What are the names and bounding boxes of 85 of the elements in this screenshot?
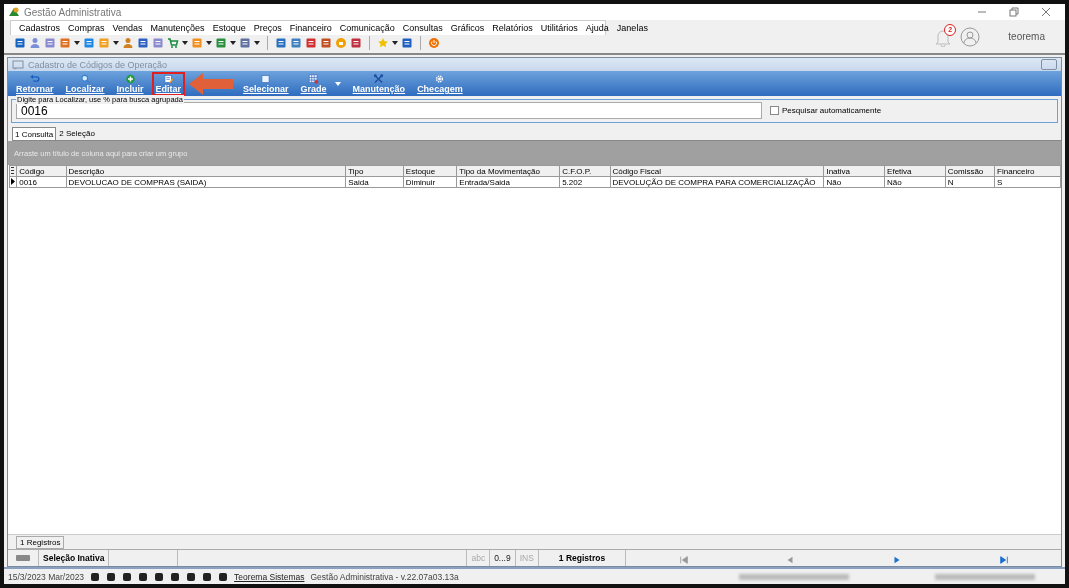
column-header[interactable]: Código (16, 165, 67, 177)
restore-icon[interactable] (1009, 7, 1019, 17)
menu-item[interactable]: Manutenções (146, 23, 209, 33)
user-name: teorema (1008, 31, 1045, 42)
table-cell: Entrada/Saida (456, 176, 560, 188)
last-record-button[interactable] (998, 553, 1009, 563)
select-icon (259, 74, 273, 84)
tab[interactable]: 1 Consulta (12, 127, 57, 140)
cart-icon[interactable] (167, 37, 179, 49)
table-cell: 5.202 (559, 176, 610, 188)
menu-item[interactable]: Financeiro (285, 23, 336, 33)
caret-icon[interactable] (206, 41, 212, 45)
form-icon (12, 58, 24, 71)
column-header[interactable]: Estoque (403, 165, 457, 177)
column-header[interactable]: Comissão (945, 165, 995, 177)
caret-icon[interactable] (113, 41, 119, 45)
status-indicator: 0...9 (490, 550, 516, 566)
column-header[interactable]: Tipo da Movimentação (456, 165, 560, 177)
star-icon[interactable] (377, 37, 389, 49)
date-label: 15/3/2023 Mar/2023 (8, 571, 85, 582)
tab[interactable]: 2 Seleção (56, 127, 98, 140)
form-close-button[interactable] (1041, 59, 1057, 70)
records-status: 1 Registros (538, 550, 627, 566)
selection-status: Seleção Inativa (39, 550, 110, 566)
ribbon-button[interactable]: Retornar (12, 72, 58, 96)
record-count: 1 Registros (16, 535, 65, 549)
column-header[interactable]: Efetiva (884, 165, 946, 177)
form-title: Cadastro de Códigos de Operação (28, 59, 168, 70)
menu-item[interactable]: Gráficos (446, 23, 489, 33)
table-cell: 0016 (16, 176, 67, 188)
ribbon-button[interactable]: Localizar (61, 72, 109, 96)
tools-icon (372, 74, 386, 84)
people-icon[interactable] (29, 37, 41, 49)
user-avatar-icon[interactable] (960, 26, 981, 47)
company-link[interactable]: Teorema Sistemas (234, 571, 305, 582)
status-indicator: abc (467, 550, 491, 566)
plus-icon (123, 74, 137, 84)
arrow-icon (189, 73, 234, 95)
status-indicator: INS (515, 550, 539, 566)
menu-item[interactable]: Compras (64, 23, 109, 33)
column-header[interactable]: Descrição (66, 165, 346, 177)
version-label: Gestão Administrativa - v.22.07a03.13a (310, 571, 459, 582)
table-cell: Não (884, 176, 946, 188)
table-cell: DEVOLUCAO DE COMPRAS (SAIDA) (66, 176, 346, 188)
keyboard-icon (16, 555, 30, 561)
column-chooser-icon[interactable] (11, 166, 14, 174)
power-icon[interactable] (428, 37, 440, 49)
caret-icon[interactable] (230, 41, 236, 45)
column-header[interactable]: Financeiro (994, 165, 1061, 177)
table-cell: Diminuir (403, 176, 457, 188)
table-cell: N (945, 176, 995, 188)
ribbon-button[interactable]: Manutenção (348, 72, 410, 96)
column-header[interactable]: Tipo (345, 165, 404, 177)
caret-icon[interactable] (182, 41, 188, 45)
search-icon (78, 74, 92, 84)
caret-icon[interactable] (74, 41, 80, 45)
menu-item[interactable]: Consultas (398, 23, 447, 33)
menu-item[interactable]: Utilitários (536, 23, 582, 33)
close-icon[interactable] (1041, 7, 1051, 17)
caret-icon[interactable] (392, 41, 398, 45)
table-cell: Saida (345, 176, 404, 188)
edit-icon (161, 74, 175, 84)
ribbon-button[interactable]: Checagem (413, 72, 467, 96)
ribbon-button[interactable]: Selecionar (239, 72, 293, 96)
menu-item[interactable]: Ajuda (581, 23, 613, 33)
menu-item[interactable]: Estoque (208, 23, 250, 33)
caret-icon[interactable] (254, 41, 260, 45)
column-header[interactable]: Inativa (823, 165, 885, 177)
undo-icon (28, 74, 42, 84)
grid-icon (307, 74, 321, 84)
menu-item[interactable]: Comunicação (335, 23, 399, 33)
menu-item[interactable]: Janelas (612, 23, 652, 33)
column-header[interactable]: Código Fiscal (610, 165, 824, 177)
menu-item[interactable]: Vendas (108, 23, 147, 33)
column-header[interactable]: C.F.O.P. (559, 165, 610, 177)
table-cell: S (994, 176, 1061, 188)
menu-item[interactable]: Relatórios (488, 23, 537, 33)
table-cell: DEVOLUÇÃO DE COMPRA PARA COMERCIALIZAÇÃO (610, 176, 824, 188)
app-logo-icon (8, 6, 20, 18)
menu-item[interactable]: Cadastros (15, 23, 65, 33)
table-cell: Não (823, 176, 885, 188)
window-title: Gestão Administrativa (24, 6, 122, 18)
ribbon-button[interactable]: Grade (296, 72, 331, 96)
auto-search-checkbox[interactable]: Pesquisar automaticamente (770, 106, 882, 115)
menu-item[interactable]: Preços (249, 23, 286, 33)
